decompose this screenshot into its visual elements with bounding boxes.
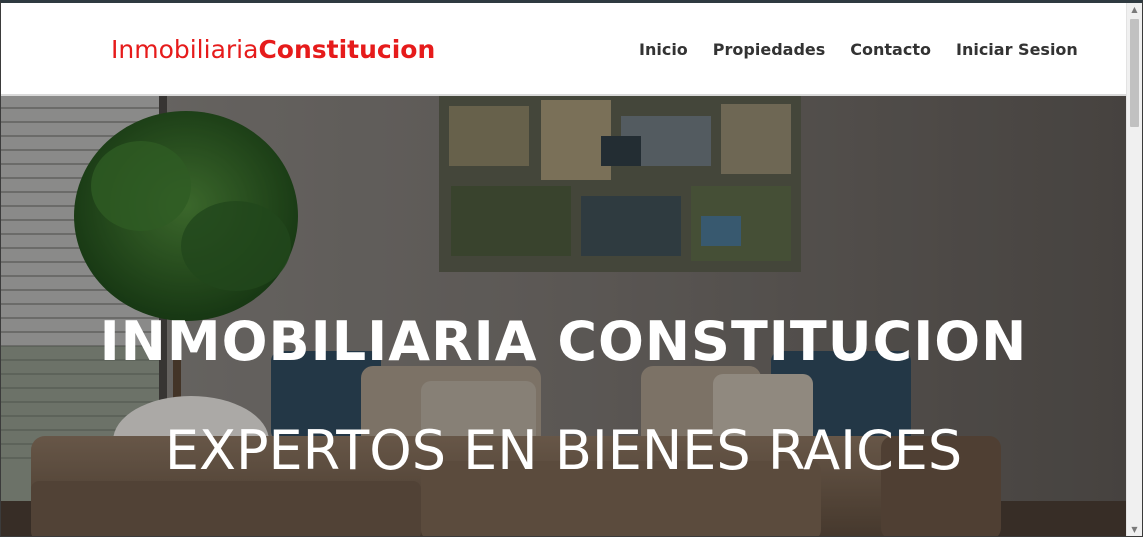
scroll-up-arrow-icon[interactable]: ▲	[1127, 3, 1142, 17]
nav-link-iniciar-sesion[interactable]: Iniciar Sesion	[956, 39, 1078, 61]
nav-link-contacto[interactable]: Contacto	[850, 39, 931, 61]
hero-title: INMOBILIARIA CONSTITUCION	[99, 310, 1028, 373]
hero-subtitle: EXPERTOS EN BIENES RAICES	[164, 419, 963, 482]
scroll-down-arrow-icon[interactable]: ▼	[1127, 523, 1142, 536]
navbar: InmobiliariaConstitucion Inicio Propieda…	[1, 3, 1126, 96]
browser-window: InmobiliariaConstitucion Inicio Propieda…	[0, 0, 1143, 537]
brand-name-light: Inmobiliaria	[111, 35, 259, 64]
brand-logo-link[interactable]: InmobiliariaConstitucion	[111, 34, 435, 66]
main-nav: Inicio Propiedades Contacto Iniciar Sesi…	[639, 39, 1078, 61]
nav-link-inicio[interactable]: Inicio	[639, 39, 688, 61]
hero-section: INMOBILIARIA CONSTITUCION EXPERTOS EN BI…	[1, 96, 1126, 536]
scrollbar-thumb[interactable]	[1130, 19, 1139, 127]
brand-name-bold: Constitucion	[258, 35, 436, 64]
nav-link-propiedades[interactable]: Propiedades	[713, 39, 825, 61]
vertical-scrollbar[interactable]: ▲ ▼	[1126, 3, 1142, 536]
